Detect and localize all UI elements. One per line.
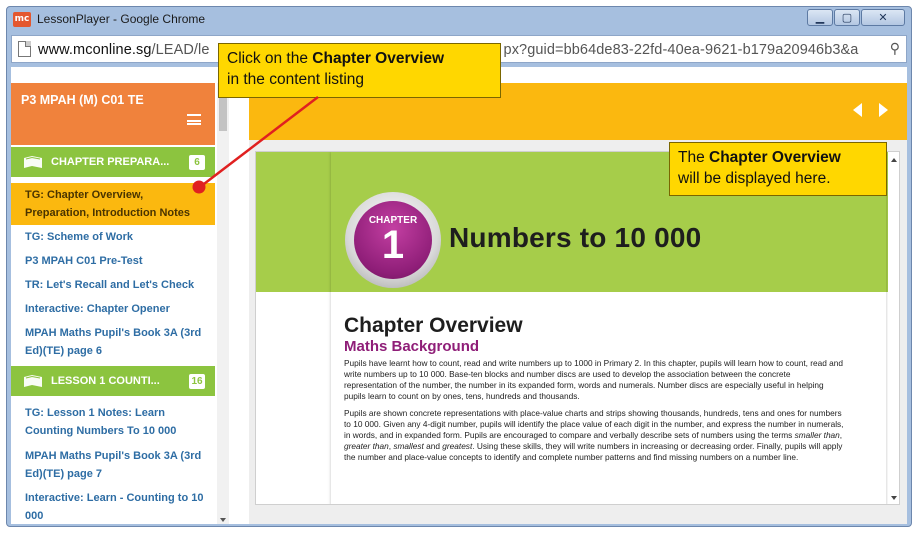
callout-pointer xyxy=(192,96,319,194)
